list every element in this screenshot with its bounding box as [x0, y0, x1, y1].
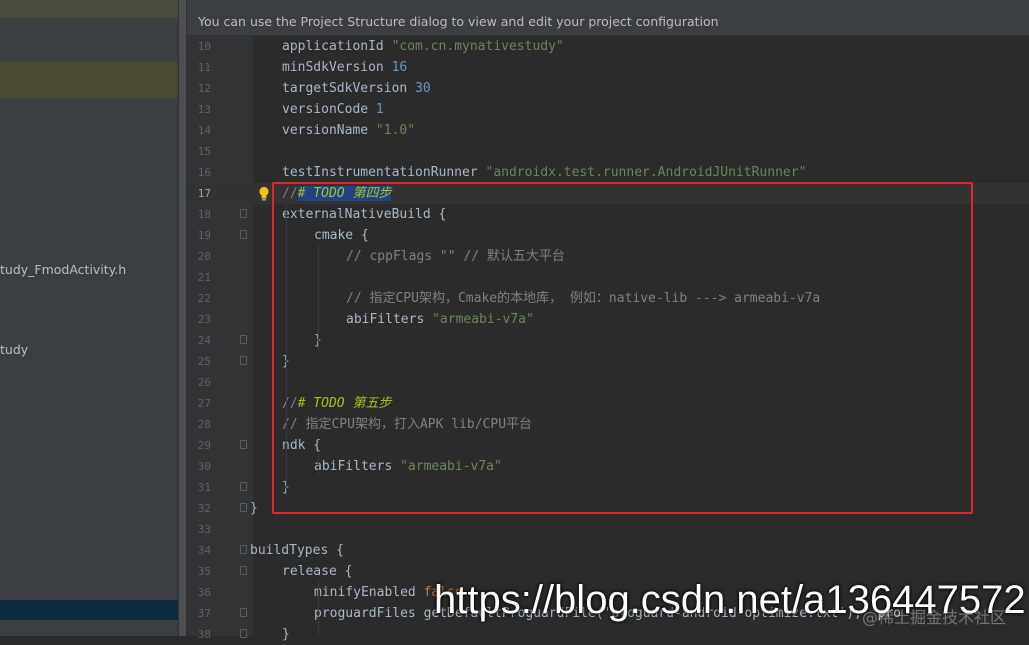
code-token: "com.cn.mynativestudy": [391, 39, 564, 54]
fold-marker-icon[interactable]: [240, 482, 247, 491]
fold-marker-icon[interactable]: [240, 608, 247, 617]
line-number: 31: [197, 481, 211, 494]
editor-tabs-strip: [187, 0, 1029, 8]
code-token: testInstrumentationRunner: [282, 165, 486, 180]
code-line[interactable]: 33: [187, 519, 1029, 540]
project-tree-header: [0, 0, 178, 18]
line-number: 27: [197, 397, 211, 410]
line-number: 19: [197, 229, 211, 242]
project-structure-banner[interactable]: You can use the Project Structure dialog…: [187, 8, 1029, 36]
line-number: 28: [197, 418, 211, 431]
sidebar-scrollbar-thumb[interactable]: [179, 0, 186, 636]
line-number: 29: [197, 439, 211, 452]
code-token: versionCode: [282, 102, 376, 117]
line-number: 10: [197, 40, 211, 53]
code-text[interactable]: buildTypes {: [250, 540, 344, 561]
code-line[interactable]: 16 testInstrumentationRunner "androidx.te…: [187, 162, 1029, 183]
code-text[interactable]: testInstrumentationRunner "androidx.test…: [282, 162, 806, 183]
code-token: targetSdkVersion: [282, 81, 416, 96]
line-number: 35: [197, 565, 211, 578]
code-token: 16: [391, 60, 408, 75]
code-text[interactable]: versionCode 1: [282, 99, 384, 120]
code-token: 1: [375, 102, 384, 117]
highlight-annotation-box: [272, 182, 973, 514]
fold-marker-icon[interactable]: [240, 230, 247, 239]
code-text[interactable]: versionName "1.0": [282, 120, 415, 141]
code-text[interactable]: applicationId "com.cn.mynativestudy": [282, 36, 564, 57]
code-line[interactable]: 14 versionName "1.0": [187, 120, 1029, 141]
fold-marker-icon[interactable]: [240, 566, 247, 575]
code-token: minSdkVersion: [282, 60, 392, 75]
fold-marker-icon[interactable]: [240, 545, 247, 554]
fold-marker-icon[interactable]: [240, 356, 247, 365]
code-text[interactable]: targetSdkVersion 30: [282, 78, 431, 99]
code-text[interactable]: minSdkVersion 16: [282, 57, 407, 78]
line-number: 18: [197, 208, 211, 221]
line-number: 30: [197, 460, 211, 473]
code-token: minifyEnabled: [314, 585, 424, 600]
project-tree-highlighted-row[interactable]: [0, 62, 178, 98]
lightbulb-icon[interactable]: [258, 186, 270, 201]
code-token: buildTypes {: [250, 543, 344, 558]
line-number: 14: [197, 124, 211, 137]
fold-marker-icon[interactable]: [240, 503, 247, 512]
line-number: 37: [197, 607, 211, 620]
code-line[interactable]: 13 versionCode 1: [187, 99, 1029, 120]
code-text[interactable]: }: [282, 624, 290, 645]
line-number: 20: [197, 250, 211, 263]
code-token: }: [250, 501, 258, 516]
project-tree-selected-row[interactable]: [0, 600, 178, 620]
line-number: 23: [197, 313, 211, 326]
line-number: 11: [197, 61, 211, 74]
project-tree-item[interactable]: tudy: [0, 342, 28, 357]
code-line[interactable]: 15: [187, 141, 1029, 162]
project-tree-item[interactable]: tudy_FmodActivity.h: [0, 262, 126, 277]
fold-marker-icon[interactable]: [240, 629, 247, 638]
code-line[interactable]: 34 buildTypes {: [187, 540, 1029, 561]
indent-guide: [318, 581, 319, 636]
line-number: 25: [197, 355, 211, 368]
fold-marker-icon[interactable]: [240, 209, 247, 218]
code-token: "1.0": [375, 123, 416, 138]
code-token: applicationId: [282, 39, 392, 54]
code-token: release {: [282, 564, 353, 579]
code-line[interactable]: 10 applicationId "com.cn.mynativestudy": [187, 36, 1029, 57]
code-token: "androidx.test.runner.AndroidJUnitRunner…: [485, 165, 807, 180]
line-number: 17: [197, 187, 211, 200]
line-number: 21: [197, 271, 211, 284]
code-text[interactable]: release {: [282, 561, 352, 582]
line-number: 22: [197, 292, 211, 305]
line-number: 24: [197, 334, 211, 347]
code-line[interactable]: 11 minSdkVersion 16: [187, 57, 1029, 78]
line-number: 34: [197, 544, 211, 557]
project-tree-panel: tudy_FmodActivity.h tudy: [0, 0, 178, 636]
fold-marker-icon[interactable]: [240, 440, 247, 449]
line-number: 33: [197, 523, 211, 536]
code-token: versionName: [282, 123, 376, 138]
code-token: 30: [415, 81, 431, 96]
line-number: 36: [197, 586, 211, 599]
line-number: 15: [197, 145, 211, 158]
watermark-community: @稀土掘金技术社区: [862, 608, 1007, 627]
line-number: 13: [197, 103, 211, 116]
line-number: 16: [197, 166, 211, 179]
code-line[interactable]: 12 targetSdkVersion 30: [187, 78, 1029, 99]
code-text[interactable]: }: [250, 498, 258, 519]
code-token: }: [282, 627, 290, 642]
line-number: 12: [197, 82, 211, 95]
line-number: 26: [197, 376, 211, 389]
line-number: 32: [197, 502, 211, 515]
fold-marker-icon[interactable]: [240, 335, 247, 344]
line-number: 38: [197, 628, 211, 641]
